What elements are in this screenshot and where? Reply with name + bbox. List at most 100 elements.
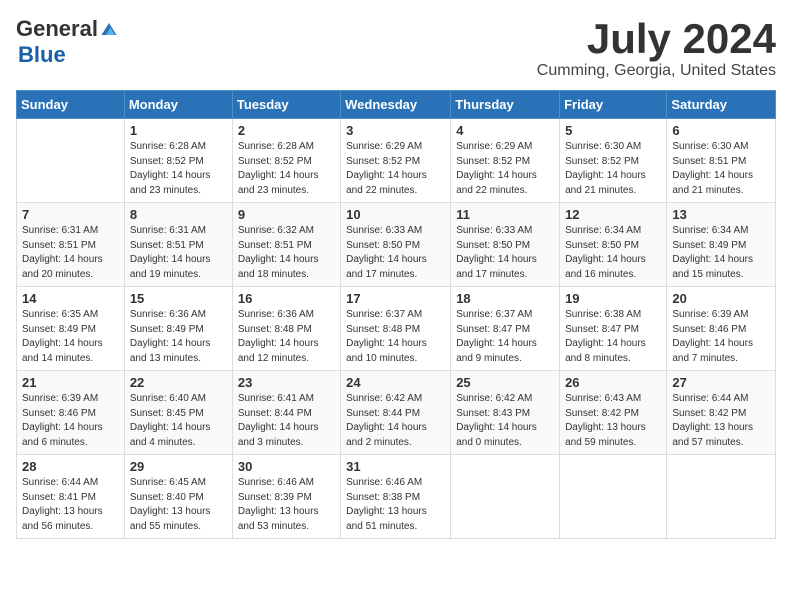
- day-number: 19: [565, 291, 661, 306]
- header: General Blue July 2024 Cumming, Georgia,…: [16, 16, 776, 80]
- day-number: 4: [456, 123, 554, 138]
- day-info: Sunrise: 6:41 AM Sunset: 8:44 PM Dayligh…: [238, 392, 335, 450]
- calendar-cell: 9Sunrise: 6:32 AM Sunset: 8:51 PM Daylig…: [232, 203, 340, 287]
- day-info: Sunrise: 6:35 AM Sunset: 8:49 PM Dayligh…: [22, 308, 119, 366]
- day-number: 29: [130, 459, 227, 474]
- location: Cumming, Georgia, United States: [537, 62, 776, 80]
- day-number: 13: [672, 207, 770, 222]
- day-number: 15: [130, 291, 227, 306]
- calendar-cell: [451, 455, 560, 539]
- day-info: Sunrise: 6:39 AM Sunset: 8:46 PM Dayligh…: [22, 392, 119, 450]
- day-info: Sunrise: 6:31 AM Sunset: 8:51 PM Dayligh…: [22, 224, 119, 282]
- day-number: 22: [130, 375, 227, 390]
- day-number: 30: [238, 459, 335, 474]
- day-info: Sunrise: 6:30 AM Sunset: 8:51 PM Dayligh…: [672, 140, 770, 198]
- calendar-cell: 12Sunrise: 6:34 AM Sunset: 8:50 PM Dayli…: [560, 203, 667, 287]
- day-info: Sunrise: 6:34 AM Sunset: 8:49 PM Dayligh…: [672, 224, 770, 282]
- day-number: 25: [456, 375, 554, 390]
- day-number: 1: [130, 123, 227, 138]
- logo-blue-text: Blue: [18, 42, 66, 67]
- day-info: Sunrise: 6:28 AM Sunset: 8:52 PM Dayligh…: [238, 140, 335, 198]
- calendar-cell: 6Sunrise: 6:30 AM Sunset: 8:51 PM Daylig…: [667, 119, 776, 203]
- calendar-cell: 16Sunrise: 6:36 AM Sunset: 8:48 PM Dayli…: [232, 287, 340, 371]
- day-info: Sunrise: 6:42 AM Sunset: 8:43 PM Dayligh…: [456, 392, 554, 450]
- day-info: Sunrise: 6:44 AM Sunset: 8:41 PM Dayligh…: [22, 476, 119, 534]
- day-info: Sunrise: 6:38 AM Sunset: 8:47 PM Dayligh…: [565, 308, 661, 366]
- col-header-wednesday: Wednesday: [341, 91, 451, 119]
- day-info: Sunrise: 6:39 AM Sunset: 8:46 PM Dayligh…: [672, 308, 770, 366]
- calendar-cell: [667, 455, 776, 539]
- day-number: 24: [346, 375, 445, 390]
- calendar-cell: 4 Sunrise: 6:29 AM Sunset: 8:52 PM Daylig…: [451, 119, 560, 203]
- day-number: 8: [130, 207, 227, 222]
- day-info: Sunrise: 6:40 AM Sunset: 8:45 PM Dayligh…: [130, 392, 227, 450]
- day-info: Sunrise: 6:45 AM Sunset: 8:40 PM Dayligh…: [130, 476, 227, 534]
- logo: General Blue: [16, 16, 118, 68]
- day-info: Sunrise: 6:28 AM Sunset: 8:52 PM Dayligh…: [130, 140, 227, 198]
- month-title: July 2024: [537, 16, 776, 62]
- day-info: Sunrise: 6:30 AM Sunset: 8:52 PM Dayligh…: [565, 140, 661, 198]
- calendar-cell: 13 Sunrise: 6:34 AM Sunset: 8:49 PM Dayli…: [667, 203, 776, 287]
- day-info: Sunrise: 6:42 AM Sunset: 8:44 PM Dayligh…: [346, 392, 445, 450]
- col-header-saturday: Saturday: [667, 91, 776, 119]
- day-info: Sunrise: 6:44 AM Sunset: 8:42 PM Dayligh…: [672, 392, 770, 450]
- day-number: 3: [346, 123, 445, 138]
- col-header-thursday: Thursday: [451, 91, 560, 119]
- day-info: Sunrise: 6:37 AM Sunset: 8:48 PM Dayligh…: [346, 308, 445, 366]
- calendar-cell: 2 Sunrise: 6:28 AM Sunset: 8:52 PM Daylig…: [232, 119, 340, 203]
- day-number: 2: [238, 123, 335, 138]
- calendar-cell: 14 Sunrise: 6:35 AM Sunset: 8:49 PM Dayli…: [17, 287, 125, 371]
- day-number: 5: [565, 123, 661, 138]
- col-header-sunday: Sunday: [17, 91, 125, 119]
- calendar-cell: [560, 455, 667, 539]
- calendar-cell: 19 Sunrise: 6:38 AM Sunset: 8:47 PM Dayli…: [560, 287, 667, 371]
- day-number: 14: [22, 291, 119, 306]
- col-header-monday: Monday: [124, 91, 232, 119]
- title-area: July 2024 Cumming, Georgia, United State…: [537, 16, 776, 80]
- calendar-cell: 11Sunrise: 6:33 AM Sunset: 8:50 PM Dayli…: [451, 203, 560, 287]
- calendar-cell: 30 Sunrise: 6:46 AM Sunset: 8:39 PM Dayli…: [232, 455, 340, 539]
- day-info: Sunrise: 6:32 AM Sunset: 8:51 PM Dayligh…: [238, 224, 335, 282]
- day-number: 17: [346, 291, 445, 306]
- calendar-cell: 23 Sunrise: 6:41 AM Sunset: 8:44 PM Dayli…: [232, 371, 340, 455]
- day-number: 21: [22, 375, 119, 390]
- calendar-week-2: 7 Sunrise: 6:31 AM Sunset: 8:51 PM Daylig…: [17, 203, 776, 287]
- calendar-cell: 20 Sunrise: 6:39 AM Sunset: 8:46 PM Dayli…: [667, 287, 776, 371]
- calendar-cell: 1 Sunrise: 6:28 AM Sunset: 8:52 PM Daylig…: [124, 119, 232, 203]
- day-info: Sunrise: 6:36 AM Sunset: 8:49 PM Dayligh…: [130, 308, 227, 366]
- calendar-cell: 26Sunrise: 6:43 AM Sunset: 8:42 PM Dayli…: [560, 371, 667, 455]
- day-number: 11: [456, 207, 554, 222]
- day-info: Sunrise: 6:29 AM Sunset: 8:52 PM Dayligh…: [456, 140, 554, 198]
- day-info: Sunrise: 6:34 AM Sunset: 8:50 PM Dayligh…: [565, 224, 661, 282]
- calendar-cell: [17, 119, 125, 203]
- day-number: 27: [672, 375, 770, 390]
- calendar-cell: 8Sunrise: 6:31 AM Sunset: 8:51 PM Daylig…: [124, 203, 232, 287]
- calendar-cell: 5 Sunrise: 6:30 AM Sunset: 8:52 PM Daylig…: [560, 119, 667, 203]
- day-info: Sunrise: 6:46 AM Sunset: 8:38 PM Dayligh…: [346, 476, 445, 534]
- calendar-cell: 21 Sunrise: 6:39 AM Sunset: 8:46 PM Dayli…: [17, 371, 125, 455]
- day-info: Sunrise: 6:33 AM Sunset: 8:50 PM Dayligh…: [346, 224, 445, 282]
- day-number: 20: [672, 291, 770, 306]
- day-number: 18: [456, 291, 554, 306]
- calendar-cell: 10 Sunrise: 6:33 AM Sunset: 8:50 PM Dayli…: [341, 203, 451, 287]
- day-number: 23: [238, 375, 335, 390]
- day-info: Sunrise: 6:29 AM Sunset: 8:52 PM Dayligh…: [346, 140, 445, 198]
- day-info: Sunrise: 6:46 AM Sunset: 8:39 PM Dayligh…: [238, 476, 335, 534]
- col-header-tuesday: Tuesday: [232, 91, 340, 119]
- day-info: Sunrise: 6:43 AM Sunset: 8:42 PM Dayligh…: [565, 392, 661, 450]
- day-info: Sunrise: 6:37 AM Sunset: 8:47 PM Dayligh…: [456, 308, 554, 366]
- logo-icon: [100, 20, 118, 38]
- calendar-cell: 31Sunrise: 6:46 AM Sunset: 8:38 PM Dayli…: [341, 455, 451, 539]
- calendar-cell: 3 Sunrise: 6:29 AM Sunset: 8:52 PM Daylig…: [341, 119, 451, 203]
- calendar-cell: 7 Sunrise: 6:31 AM Sunset: 8:51 PM Daylig…: [17, 203, 125, 287]
- calendar-cell: 22 Sunrise: 6:40 AM Sunset: 8:45 PM Dayli…: [124, 371, 232, 455]
- day-number: 10: [346, 207, 445, 222]
- day-info: Sunrise: 6:36 AM Sunset: 8:48 PM Dayligh…: [238, 308, 335, 366]
- calendar-cell: 27 Sunrise: 6:44 AM Sunset: 8:42 PM Dayli…: [667, 371, 776, 455]
- calendar-cell: 17 Sunrise: 6:37 AM Sunset: 8:48 PM Dayli…: [341, 287, 451, 371]
- calendar-cell: 28Sunrise: 6:44 AM Sunset: 8:41 PM Dayli…: [17, 455, 125, 539]
- calendar-week-4: 21 Sunrise: 6:39 AM Sunset: 8:46 PM Dayli…: [17, 371, 776, 455]
- calendar-cell: 18 Sunrise: 6:37 AM Sunset: 8:47 PM Dayli…: [451, 287, 560, 371]
- calendar-cell: 15 Sunrise: 6:36 AM Sunset: 8:49 PM Dayli…: [124, 287, 232, 371]
- day-number: 7: [22, 207, 119, 222]
